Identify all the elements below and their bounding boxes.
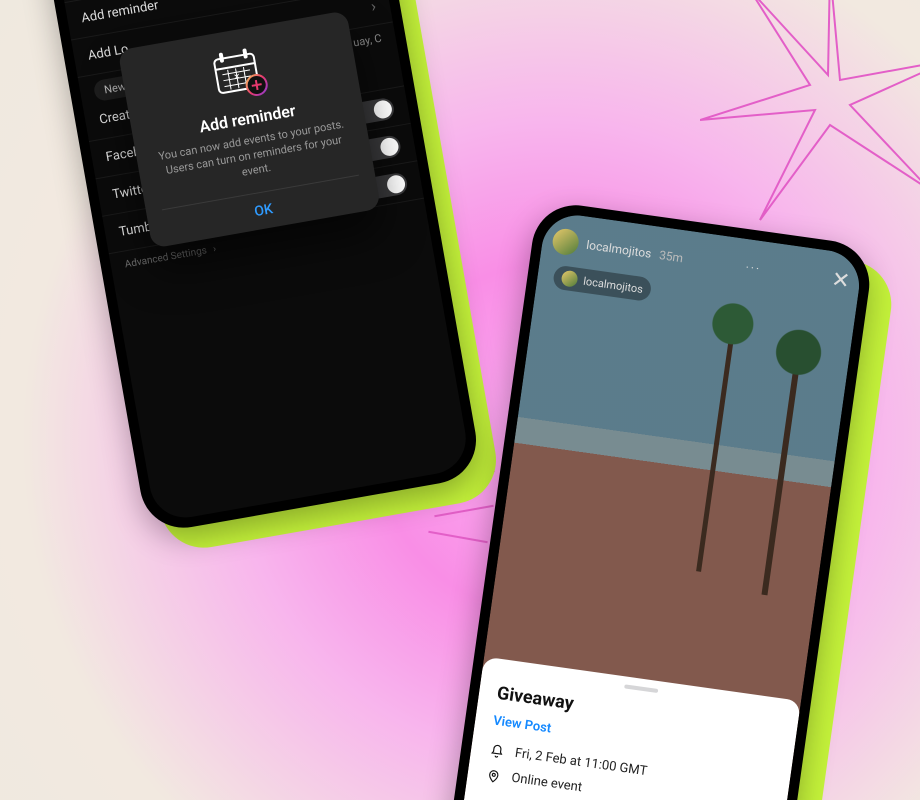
advanced-label: Advanced Settings bbox=[124, 245, 208, 270]
reshared-username: localmojitos bbox=[583, 274, 644, 295]
bell-icon bbox=[488, 743, 506, 759]
story-username[interactable]: localmojitos bbox=[585, 238, 652, 261]
location-pin-icon bbox=[485, 767, 503, 783]
row-label: Add reminder bbox=[80, 0, 159, 26]
add-reminder-popup: ✕ Add reminder You can now add events to… bbox=[118, 10, 381, 248]
close-icon[interactable]: ✕ bbox=[830, 267, 852, 294]
chevron-right-icon: › bbox=[212, 244, 217, 255]
calendar-plus-icon: ✕ bbox=[206, 43, 272, 104]
svg-text:✕: ✕ bbox=[233, 72, 241, 82]
avatar[interactable] bbox=[551, 227, 580, 256]
chevron-right-icon: › bbox=[369, 0, 377, 16]
stage: Tag People Add reminder › Add Lo › Newqu… bbox=[0, 0, 920, 800]
story-age: 35m bbox=[658, 248, 684, 265]
more-icon[interactable]: ··· bbox=[745, 260, 762, 276]
avatar bbox=[561, 270, 579, 288]
event-location: Online event bbox=[510, 771, 582, 796]
location-chip-trail: uay, C bbox=[352, 32, 382, 50]
starburst-decoration bbox=[700, 0, 920, 230]
sheet-grabber[interactable] bbox=[624, 684, 658, 693]
phone-right-screen: localmojitos 35m ··· ✕ localmojitos Give… bbox=[456, 211, 863, 800]
phone-left-screen: Tag People Add reminder › Add Lo › Newqu… bbox=[49, 0, 472, 523]
